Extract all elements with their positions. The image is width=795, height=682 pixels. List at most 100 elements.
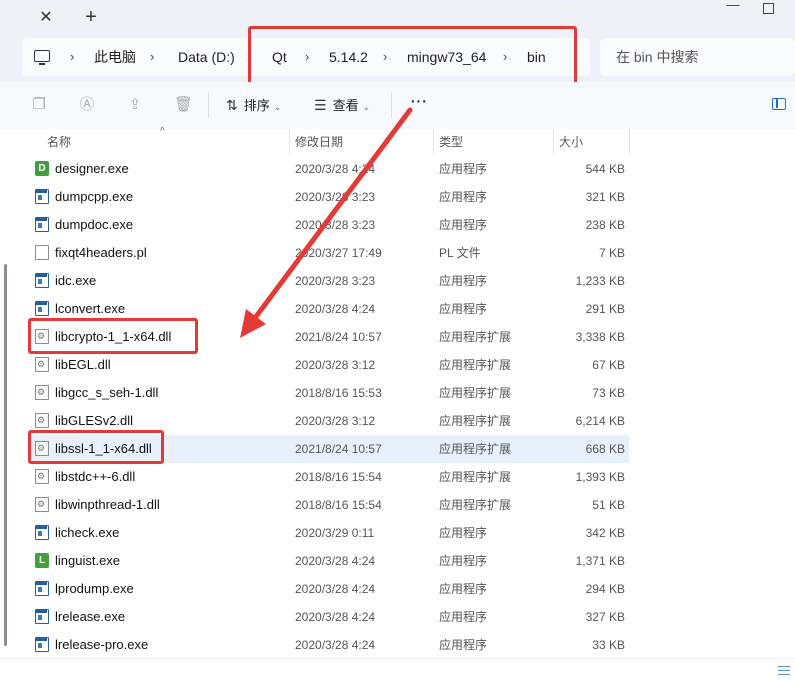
sort-ascending-icon: ^	[160, 126, 165, 137]
resize-grip-icon[interactable]	[778, 663, 790, 677]
file-name: designer.exe	[55, 161, 129, 176]
file-modified-date: 2020/3/28 3:12	[295, 358, 376, 372]
view-button[interactable]: ☰ 查看 ⌄	[314, 94, 370, 116]
column-name[interactable]: 名称	[47, 129, 71, 155]
file-row[interactable]: idc.exe 2020/3/28 3:23 应用程序 1,233 KB	[28, 267, 629, 295]
file-modified-date: 2020/3/28 3:12	[295, 414, 376, 428]
file-size: 67 KB	[592, 358, 625, 372]
chevron-down-icon: ⌄	[362, 102, 371, 112]
file-modified-date: 2018/8/16 15:54	[295, 498, 382, 512]
file-size: 327 KB	[585, 610, 625, 624]
file-size: 6,214 KB	[575, 414, 625, 428]
toolbar-divider	[208, 92, 209, 118]
breadcrumb-data-drive[interactable]: Data (D:)	[178, 38, 235, 76]
qt-linguist-icon: L	[35, 553, 49, 568]
file-name: licheck.exe	[55, 525, 120, 540]
file-type: 应用程序	[439, 302, 488, 316]
file-size: 1,371 KB	[575, 554, 625, 568]
rename-icon[interactable]: Ⓐ	[78, 96, 96, 114]
exe-icon	[35, 301, 49, 316]
file-row[interactable]: fixqt4headers.pl 2020/3/27 17:49 PL 文件 7 KB	[28, 239, 629, 267]
file-row[interactable]: Ddesigner.exe 2020/3/28 4:24 应用程序 544 KB	[28, 155, 629, 183]
file-size: 291 KB	[585, 302, 625, 316]
file-name: lrelease.exe	[55, 609, 126, 624]
file-row[interactable]: lrelease.exe 2020/3/28 4:24 应用程序 327 KB	[28, 603, 629, 631]
file-size: 3,338 KB	[575, 330, 625, 344]
file-row[interactable]: libEGL.dll 2020/3/28 3:12 应用程序扩展 67 KB	[28, 351, 629, 379]
more-options-button[interactable]: ···	[406, 91, 430, 116]
file-type: 应用程序	[439, 162, 488, 176]
exe-icon	[35, 581, 49, 596]
file-size: 238 KB	[585, 218, 625, 232]
file-type: 应用程序	[439, 190, 488, 204]
file-row[interactable]: dumpdoc.exe 2020/3/28 3:23 应用程序 238 KB	[28, 211, 629, 239]
file-modified-date: 2018/8/16 15:54	[295, 470, 382, 484]
minimize-icon[interactable]: —	[718, 0, 748, 16]
column-modified[interactable]: 修改日期	[295, 129, 343, 155]
column-divider[interactable]	[433, 129, 434, 155]
command-bar: ❐ Ⓐ ⇪ 🗑 ⇅ 排序 ⌄ ☰ 查看 ⌄ ···	[0, 82, 795, 130]
file-row[interactable]: libwinpthread-1.dll 2018/8/16 15:54 应用程序扩展…	[28, 491, 629, 519]
breadcrumb-this-pc[interactable]: 此电脑	[94, 38, 136, 76]
delete-icon[interactable]: 🗑	[174, 96, 193, 114]
chevron-right-icon[interactable]: ›	[70, 38, 74, 76]
qt-designer-icon: D	[35, 161, 49, 176]
details-pane-icon[interactable]	[772, 98, 786, 110]
column-type[interactable]: 类型	[439, 129, 463, 155]
column-header: 名称 ^ 修改日期 类型 大小	[0, 126, 795, 155]
new-tab-icon[interactable]: +	[80, 6, 102, 28]
exe-icon	[35, 609, 49, 624]
file-type: 应用程序扩展	[439, 442, 512, 456]
file-row[interactable]: libstdc++-6.dll 2018/8/16 15:54 应用程序扩展 1,39…	[28, 463, 629, 491]
file-type: 应用程序	[439, 274, 488, 288]
file-modified-date: 2020/3/28 4:24	[295, 554, 376, 568]
file-row[interactable]: libgcc_s_seh-1.dll 2018/8/16 15:53 应用程序扩展 7…	[28, 379, 629, 407]
libssl-highlight-box	[28, 430, 164, 464]
file-modified-date: 2020/3/29 0:11	[295, 526, 375, 540]
file-modified-date: 2020/3/28 4:24	[295, 638, 376, 652]
file-row[interactable]: lrelease-pro.exe 2020/3/28 4:24 应用程序 33 KB	[28, 631, 629, 659]
chevron-right-icon[interactable]: ›	[150, 38, 154, 76]
column-size[interactable]: 大小	[559, 129, 583, 155]
sort-button[interactable]: ⇅ 排序 ⌄	[226, 94, 281, 116]
close-tab-icon[interactable]: ✕	[36, 8, 56, 28]
file-type: 应用程序扩展	[439, 330, 512, 344]
document-icon	[35, 245, 49, 260]
dll-icon	[35, 357, 49, 372]
file-name: dumpcpp.exe	[55, 189, 134, 204]
path-highlight-box	[248, 26, 577, 86]
dll-icon	[35, 497, 49, 512]
copy-icon[interactable]: ❐	[30, 96, 48, 114]
file-modified-date: 2018/8/16 15:53	[295, 386, 382, 400]
view-icon: ☰	[314, 97, 327, 113]
column-divider[interactable]	[289, 129, 290, 155]
column-divider[interactable]	[553, 129, 554, 155]
vertical-scrollbar[interactable]	[4, 264, 7, 646]
file-row[interactable]: Llinguist.exe 2020/3/28 4:24 应用程序 1,371 KB	[28, 547, 629, 575]
maximize-icon[interactable]	[762, 2, 776, 16]
file-name: dumpdoc.exe	[55, 217, 134, 232]
file-modified-date: 2020/3/28 3:23	[295, 218, 376, 232]
share-icon[interactable]: ⇪	[126, 96, 144, 114]
search-box[interactable]: 在 bin 中搜索	[600, 38, 795, 76]
file-type: 应用程序扩展	[439, 470, 512, 484]
file-size: 544 KB	[585, 162, 625, 176]
file-size: 7 KB	[598, 246, 625, 260]
file-size: 668 KB	[585, 442, 625, 456]
file-type: 应用程序	[439, 554, 488, 568]
search-placeholder[interactable]: 在 bin 中搜索	[616, 38, 698, 76]
file-modified-date: 2021/8/24 10:57	[295, 442, 382, 456]
file-modified-date: 2020/3/28 4:24	[295, 162, 376, 176]
exe-icon	[35, 189, 49, 204]
this-pc-icon[interactable]	[34, 50, 50, 65]
file-size: 73 KB	[592, 386, 625, 400]
file-type: 应用程序扩展	[439, 498, 512, 512]
file-modified-date: 2020/3/28 4:24	[295, 610, 376, 624]
file-modified-date: 2020/3/28 3:23	[295, 190, 376, 204]
file-modified-date: 2020/3/27 17:49	[295, 246, 382, 260]
file-row[interactable]: licheck.exe 2020/3/29 0:11 应用程序 342 KB	[28, 519, 629, 547]
file-row[interactable]: dumpcpp.exe 2020/3/28 3:23 应用程序 321 KB	[28, 183, 629, 211]
file-row[interactable]: lprodump.exe 2020/3/28 4:24 应用程序 294 KB	[28, 575, 629, 603]
file-size: 342 KB	[585, 526, 625, 540]
column-divider[interactable]	[629, 129, 630, 155]
